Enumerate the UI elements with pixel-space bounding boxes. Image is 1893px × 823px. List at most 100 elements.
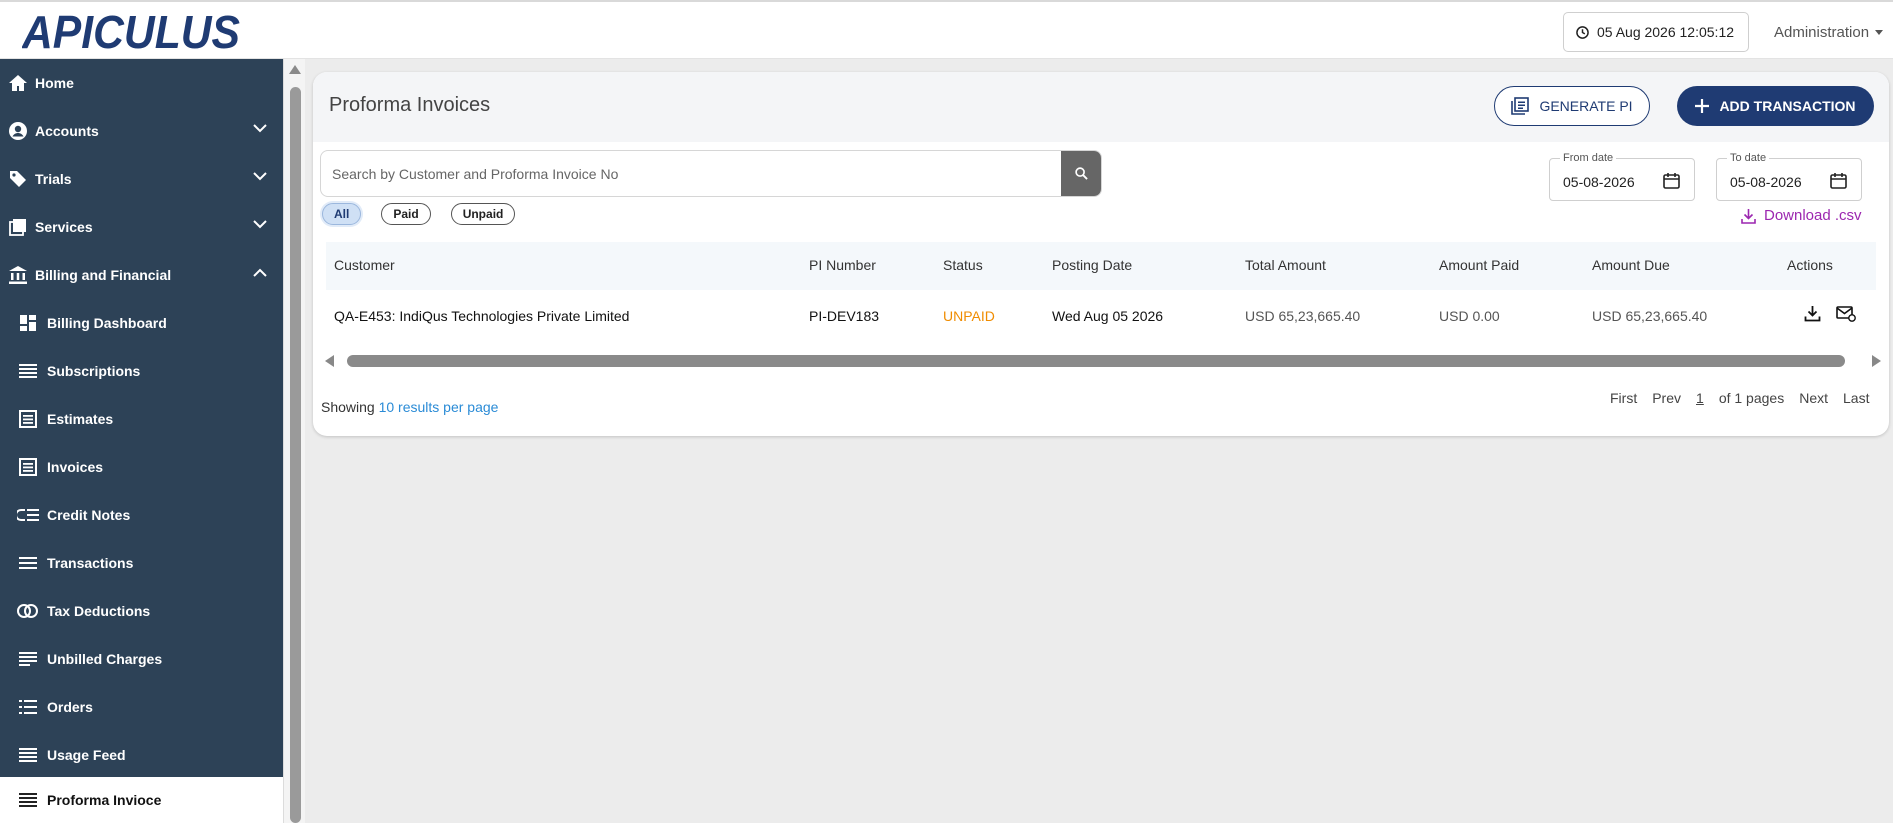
column-header-amount-paid[interactable]: Amount Paid <box>1439 257 1519 273</box>
cell-amount-paid: USD 0.00 <box>1439 308 1500 324</box>
sidebar-item-home[interactable]: Home <box>0 59 283 107</box>
sidebar: Home Accounts Trials Services Billing an… <box>0 59 283 823</box>
sidebar-item-label: Estimates <box>47 411 114 427</box>
svg-text:APICULUS: APICULUS <box>22 8 240 54</box>
sidebar-item-label: Credit Notes <box>47 507 131 523</box>
scroll-left-arrow-icon[interactable] <box>325 355 334 367</box>
plus-icon <box>1695 99 1710 113</box>
table-row[interactable]: QA-E453: IndiQus Technologies Private Li… <box>326 290 1876 343</box>
download-invoice-icon[interactable] <box>1804 305 1821 322</box>
scrollbar-thumb[interactable] <box>290 87 301 823</box>
next-page-button[interactable]: Next <box>1799 390 1828 406</box>
chevron-down-icon <box>253 172 267 181</box>
sidebar-item-label: Billing and Financial <box>35 267 172 283</box>
document-icon <box>17 408 39 430</box>
scroll-right-arrow-icon[interactable] <box>1872 355 1881 367</box>
table-header: Customer PI Number Status Posting Date T… <box>326 242 1876 290</box>
last-page-button[interactable]: Last <box>1843 390 1869 406</box>
column-header-amount-due[interactable]: Amount Due <box>1592 257 1670 273</box>
search-input[interactable] <box>321 151 1057 196</box>
sidebar-item-orders[interactable]: Orders <box>0 683 283 731</box>
current-page[interactable]: 1 <box>1696 390 1704 406</box>
sidebar-item-estimates[interactable]: Estimates <box>0 395 283 443</box>
sidebar-scrollbar[interactable] <box>283 59 305 823</box>
sidebar-item-label: Unbilled Charges <box>47 651 163 667</box>
cell-status-badge: UNPAID <box>943 308 995 324</box>
scroll-up-arrow-icon[interactable] <box>289 65 301 74</box>
tag-icon <box>7 168 29 190</box>
to-date-label: To date <box>1727 152 1770 164</box>
orders-icon <box>17 696 39 718</box>
download-csv-link[interactable]: Download .csv <box>1741 207 1862 224</box>
add-transaction-button[interactable]: ADD TRANSACTION <box>1677 86 1874 126</box>
search-button[interactable] <box>1061 151 1101 196</box>
sidebar-item-label: Proforma Invioce <box>47 792 162 808</box>
column-header-status[interactable]: Status <box>943 257 983 273</box>
sidebar-item-label: Tax Deductions <box>47 603 151 619</box>
total-pages: of 1 pages <box>1718 390 1785 406</box>
sidebar-item-subscriptions[interactable]: Subscriptions <box>0 347 283 395</box>
credit-note-icon <box>17 504 39 526</box>
sidebar-item-credit-notes[interactable]: Credit Notes <box>0 491 283 539</box>
sidebar-item-services[interactable]: Services <box>0 203 283 251</box>
sidebar-item-label: Subscriptions <box>47 363 141 379</box>
list-icon <box>17 789 39 811</box>
lines-icon <box>17 552 39 574</box>
user-menu-label: Administration <box>1774 24 1870 41</box>
sidebar-item-label: Orders <box>47 699 93 715</box>
sidebar-item-label: Services <box>35 219 93 235</box>
home-icon <box>7 72 29 94</box>
sidebar-item-billing-dashboard[interactable]: Billing Dashboard <box>0 299 283 347</box>
page-title: Proforma Invoices <box>329 94 491 116</box>
filter-chip-paid[interactable]: Paid <box>381 203 431 225</box>
column-header-actions: Actions <box>1787 257 1833 273</box>
account-icon <box>7 120 29 142</box>
filter-chip-all[interactable]: All <box>322 203 362 225</box>
user-menu[interactable]: Administration <box>1774 24 1884 41</box>
sidebar-item-proforma-invoice[interactable]: Proforma Invioce <box>0 777 283 823</box>
showing-label: Showing <box>321 399 375 415</box>
apiculus-logo[interactable]: APICULUS <box>22 8 242 54</box>
server-datetime: 05 Aug 2026 12:05:12 <box>1563 12 1749 52</box>
horizontal-scrollbar-thumb[interactable] <box>347 355 1845 367</box>
column-header-total-amount[interactable]: Total Amount <box>1245 257 1326 273</box>
first-page-button[interactable]: First <box>1610 390 1637 406</box>
calendar-icon[interactable] <box>1830 172 1847 189</box>
email-invoice-icon[interactable] <box>1836 305 1856 322</box>
sidebar-item-usage-feed[interactable]: Usage Feed <box>0 731 283 779</box>
to-date-field[interactable]: To date 05-08-2026 <box>1716 152 1862 201</box>
notes-icon <box>17 648 39 670</box>
generate-pi-label: GENERATE PI <box>1539 98 1633 114</box>
bank-icon <box>7 264 29 286</box>
from-date-field[interactable]: From date 05-08-2026 <box>1549 152 1695 201</box>
feed-icon <box>17 744 39 766</box>
sidebar-item-billing-and-financial[interactable]: Billing and Financial <box>0 251 283 299</box>
generate-pi-button[interactable]: GENERATE PI <box>1494 86 1650 126</box>
pagination: First Prev 1 of 1 pages Next Last <box>1610 390 1884 406</box>
column-header-posting-date[interactable]: Posting Date <box>1052 257 1132 273</box>
sidebar-item-tax-deductions[interactable]: Tax Deductions <box>0 587 283 635</box>
column-header-pi-number[interactable]: PI Number <box>809 257 876 273</box>
sidebar-item-transactions[interactable]: Transactions <box>0 539 283 587</box>
search-icon <box>1074 167 1088 180</box>
services-icon <box>7 216 29 238</box>
download-icon <box>1741 208 1756 224</box>
sidebar-item-invoices[interactable]: Invoices <box>0 443 283 491</box>
calendar-icon[interactable] <box>1663 172 1680 189</box>
sidebar-item-label: Trials <box>35 171 72 187</box>
sidebar-item-unbilled-charges[interactable]: Unbilled Charges <box>0 635 283 683</box>
chevron-down-icon <box>253 124 267 133</box>
results-per-page-link[interactable]: 10 results per page <box>379 399 499 415</box>
proforma-invoices-card: Proforma Invoices GENERATE PI ADD TRANSA… <box>313 72 1889 436</box>
from-date-value: 05-08-2026 <box>1563 174 1635 190</box>
sidebar-item-label: Usage Feed <box>47 747 126 763</box>
filter-chip-unpaid[interactable]: Unpaid <box>450 203 516 225</box>
column-header-customer[interactable]: Customer <box>334 257 395 273</box>
sidebar-item-trials[interactable]: Trials <box>0 155 283 203</box>
prev-page-button[interactable]: Prev <box>1652 390 1681 406</box>
dashboard-icon <box>17 312 39 334</box>
download-csv-label: Download .csv <box>1764 207 1862 224</box>
document-list-icon <box>1511 97 1530 115</box>
sidebar-item-accounts[interactable]: Accounts <box>0 107 283 155</box>
results-per-page: Showing 10 results per page <box>321 399 498 415</box>
